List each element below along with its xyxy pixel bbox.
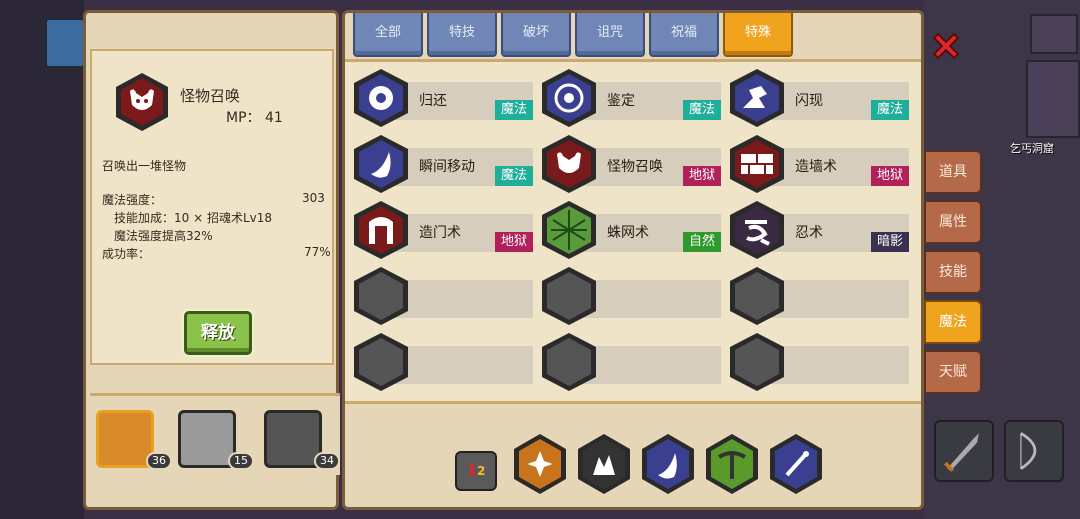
- spell-slot-summon-monster[interactable]: 怪物召唤 地狱: [541, 134, 721, 193]
- spell-tag: 魔法: [870, 100, 909, 120]
- spell-list-panel: 全部 特技 破坏 诅咒 祝福 特殊 归还 魔法 鉴定 魔法 闪现 魔法 瞬间移动: [342, 10, 924, 510]
- weapon-slot-sword[interactable]: [934, 420, 994, 482]
- spell-tag: 地狱: [870, 166, 909, 186]
- tab-skill[interactable]: 特技: [427, 13, 497, 57]
- spell-grid: 归还 魔法 鉴定 魔法 闪现 魔法 瞬间移动 魔法 怪物召唤 地狱 造墙术 地狱…: [345, 59, 921, 404]
- spell-tag: 自然: [682, 232, 721, 252]
- spell-name: 怪物召唤: [180, 87, 241, 105]
- quick-bar: 12: [345, 413, 921, 507]
- sword-icon: [944, 433, 979, 472]
- success-label: 成功率：: [102, 247, 151, 261]
- wind-blade-icon[interactable]: [641, 433, 695, 495]
- summon-monster-icon: [542, 135, 596, 193]
- power-label: 魔法强度：: [102, 193, 163, 207]
- identify-icon: [542, 69, 596, 127]
- empty-hex-icon: [542, 267, 596, 325]
- bonus-line: 技能加成：10 × 招魂术Lv18: [114, 211, 273, 225]
- tab-all[interactable]: 全部: [353, 13, 423, 57]
- empty-slot[interactable]: [353, 332, 533, 391]
- spell-tag: 暗影: [870, 232, 909, 252]
- spell-description: 召唤出一堆怪物: [102, 159, 187, 173]
- cast-button[interactable]: 释放: [184, 311, 252, 355]
- dungeon-tile: [1026, 60, 1080, 138]
- teleport-icon: [354, 135, 408, 193]
- side-tab-items[interactable]: 道具: [924, 150, 982, 194]
- empty-hex-icon: [354, 333, 408, 391]
- web-icon: [542, 201, 596, 259]
- side-tab-skills[interactable]: 技能: [924, 250, 982, 294]
- minimap-frame[interactable]: [1030, 14, 1078, 54]
- spell-tag: 魔法: [682, 100, 721, 120]
- spell-slot-wall[interactable]: 造墙术 地狱: [729, 134, 909, 193]
- magic-wand-icon[interactable]: [769, 433, 823, 495]
- pickaxe-icon[interactable]: [705, 433, 759, 495]
- spell-detail-card: 怪物召唤 MP： 41 召唤出一堆怪物 魔法强度： 303 技能加成：10 × …: [90, 49, 334, 365]
- empty-hex-icon: [542, 333, 596, 391]
- shadow-burst-icon[interactable]: [577, 433, 631, 495]
- door-icon: [354, 201, 408, 259]
- spell-slot-return[interactable]: 归还 魔法: [353, 68, 533, 127]
- tab-destruction[interactable]: 破坏: [501, 13, 571, 57]
- party-strip: 36 15 34: [90, 393, 340, 475]
- party-member-1-level: 36: [146, 452, 172, 470]
- ninja-icon: [730, 201, 784, 259]
- spell-tag: 魔法: [494, 100, 533, 120]
- empty-hex-icon: [354, 267, 408, 325]
- spell-slot-teleport[interactable]: 瞬间移动 魔法: [353, 134, 533, 193]
- wall-icon: [730, 135, 784, 193]
- summon-monster-icon: [116, 73, 168, 131]
- spell-detail-panel: 怪物召唤 MP： 41 召唤出一堆怪物 魔法强度： 303 技能加成：10 × …: [83, 10, 340, 510]
- party-member-2-level: 15: [228, 452, 254, 470]
- party-member-3-level: 34: [314, 452, 340, 470]
- side-tab-talents[interactable]: 天赋: [924, 350, 982, 394]
- return-icon: [354, 69, 408, 127]
- empty-slot[interactable]: [353, 266, 533, 325]
- minimap-portrait[interactable]: [45, 18, 85, 68]
- spell-slot-identify[interactable]: 鉴定 魔法: [541, 68, 721, 127]
- blink-icon: [730, 69, 784, 127]
- empty-slot[interactable]: [541, 332, 721, 391]
- page-toggle-button[interactable]: 12: [455, 451, 497, 491]
- success-value: 77%: [304, 245, 331, 259]
- empty-slot[interactable]: [729, 332, 909, 391]
- tab-blessing[interactable]: 祝福: [649, 13, 719, 57]
- bow-icon: [1020, 432, 1037, 470]
- tab-curse[interactable]: 诅咒: [575, 13, 645, 57]
- weapon-slot-bow[interactable]: [1004, 420, 1064, 482]
- empty-slot[interactable]: [729, 266, 909, 325]
- background-left: [0, 0, 84, 519]
- spell-slot-door[interactable]: 造门术 地狱: [353, 200, 533, 259]
- spell-slot-web[interactable]: 蛛网术 自然: [541, 200, 721, 259]
- spell-tag: 地狱: [682, 166, 721, 186]
- side-tab-magic[interactable]: 魔法: [924, 300, 982, 344]
- empty-hex-icon: [730, 333, 784, 391]
- spell-slot-blink[interactable]: 闪现 魔法: [729, 68, 909, 127]
- close-icon[interactable]: [928, 28, 964, 64]
- empty-hex-icon: [730, 267, 784, 325]
- tab-special[interactable]: 特殊: [723, 13, 793, 57]
- power-value: 303: [302, 191, 325, 205]
- side-tab-attributes[interactable]: 属性: [924, 200, 982, 244]
- shuriken-icon[interactable]: [513, 433, 567, 495]
- boost-line: 魔法强度提高32%: [114, 229, 213, 243]
- spell-tag: 魔法: [494, 166, 533, 186]
- spell-mp: MP： 41: [226, 110, 283, 126]
- empty-slot[interactable]: [541, 266, 721, 325]
- location-label: 乞丐洞窟: [1010, 142, 1054, 155]
- spell-slot-ninja[interactable]: 忍术 暗影: [729, 200, 909, 259]
- spell-tag: 地狱: [494, 232, 533, 252]
